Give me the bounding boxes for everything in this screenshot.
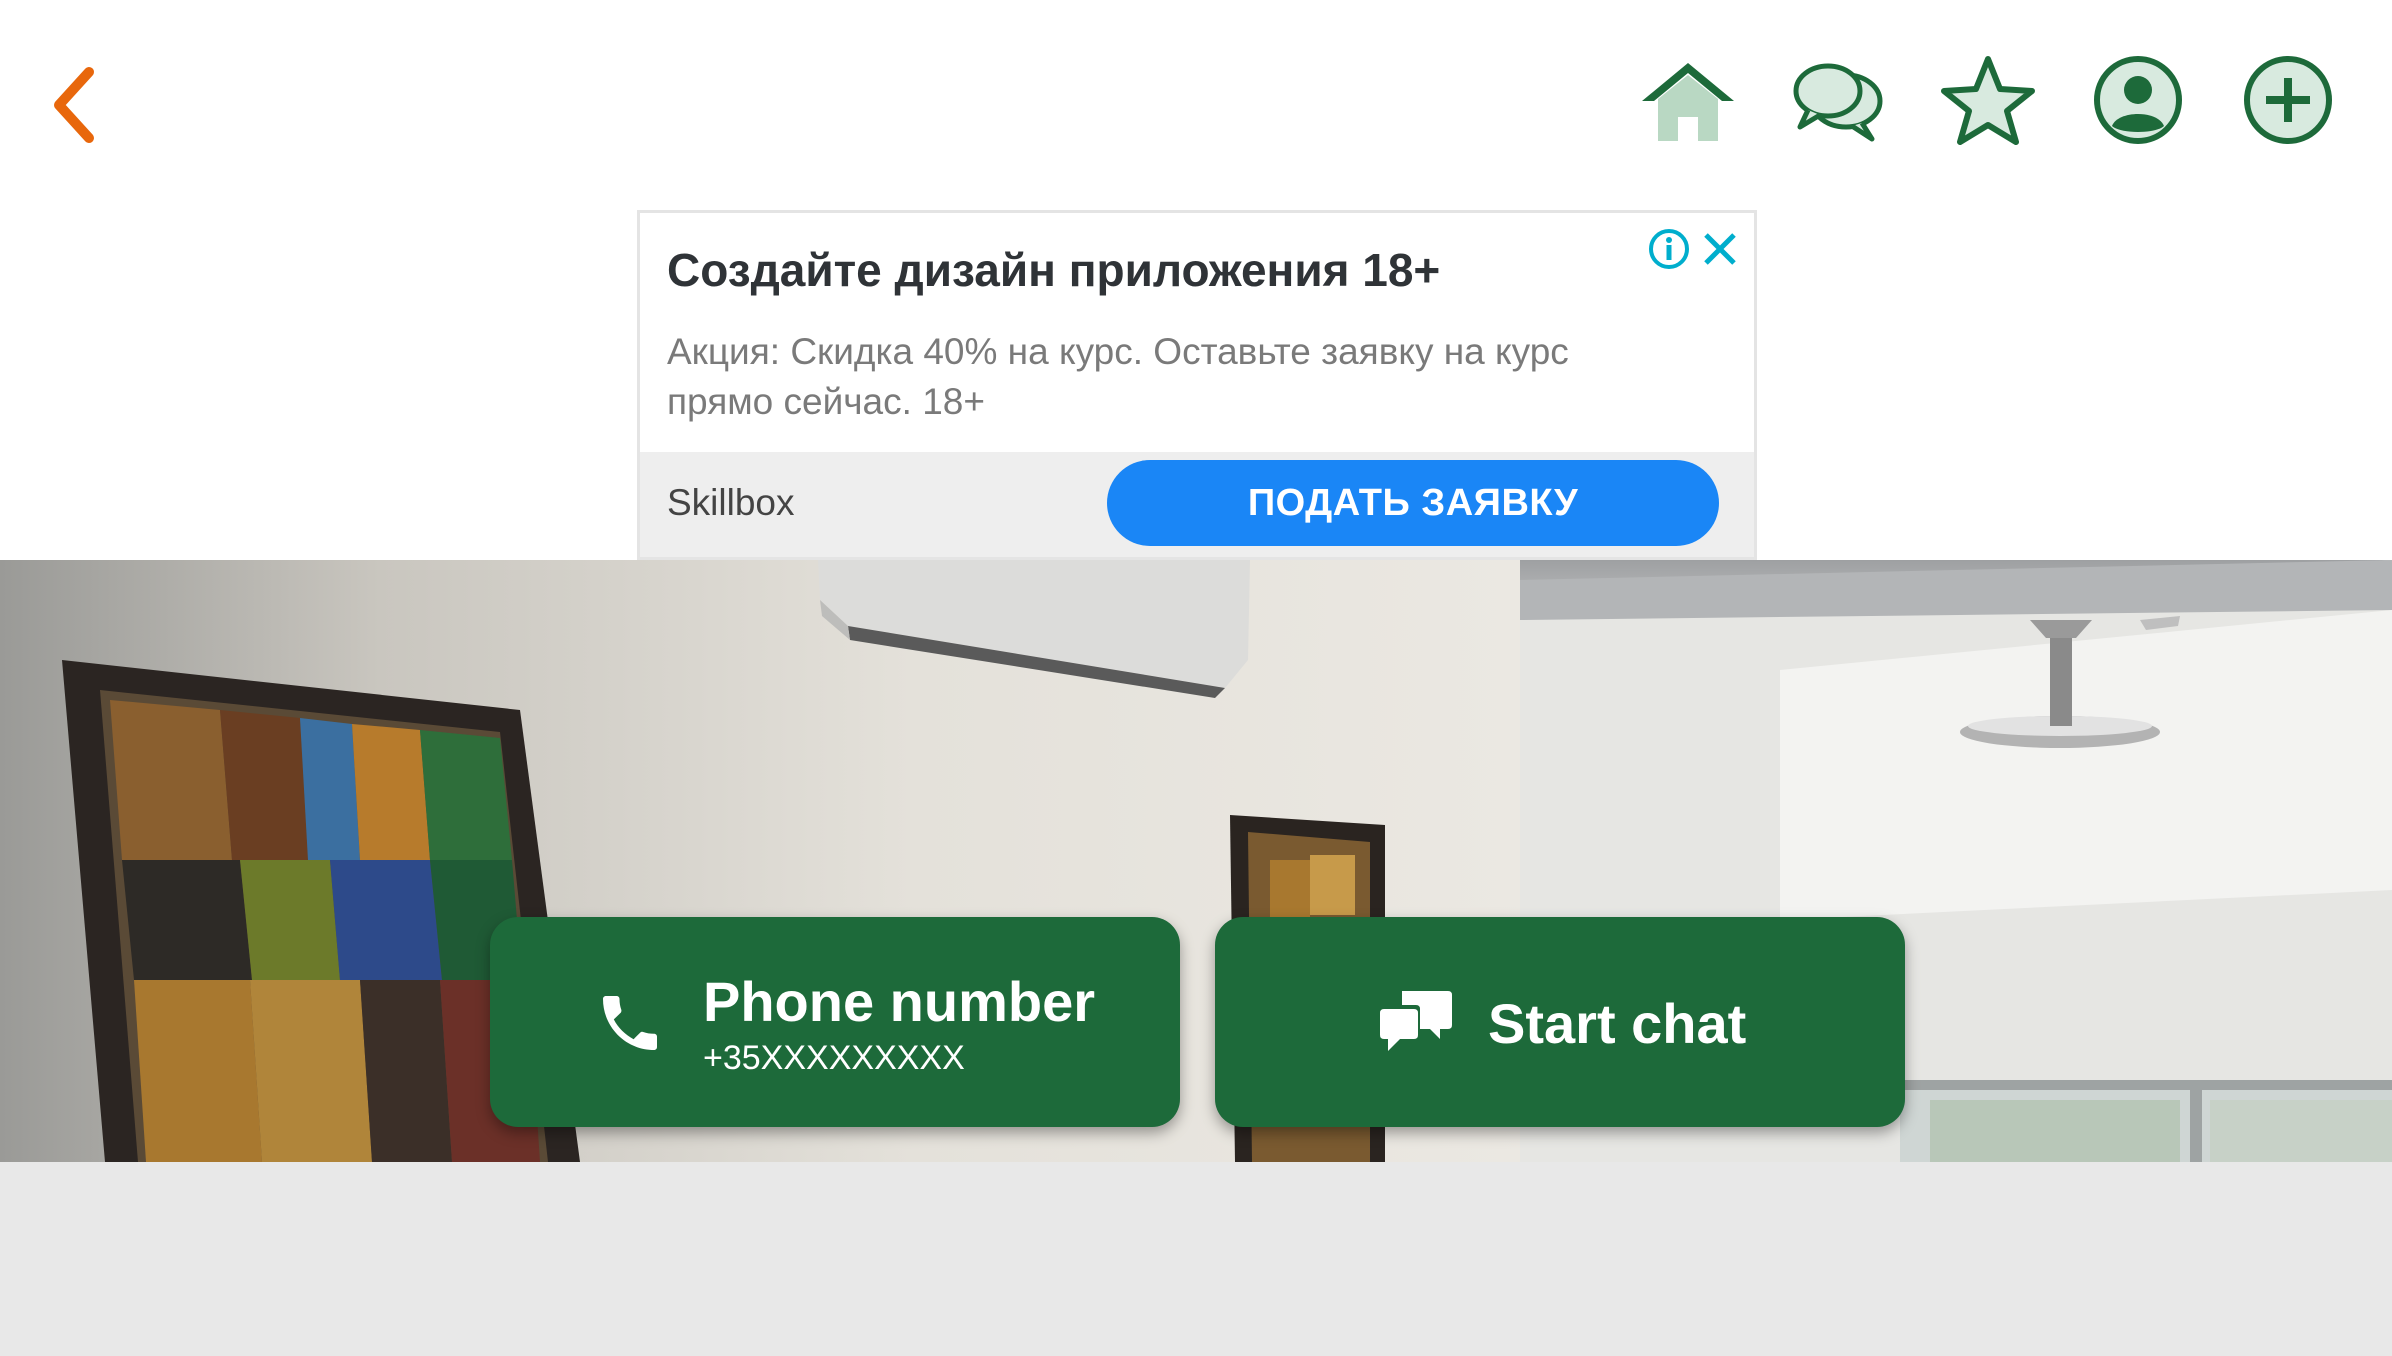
content-background — [0, 1162, 2392, 1356]
add-circle-icon — [2244, 56, 2332, 144]
home-button[interactable] — [1638, 50, 1738, 150]
room-photo-image — [0, 560, 2392, 1162]
ad-brand: Skillbox — [667, 482, 795, 523]
favorites-button[interactable] — [1938, 50, 2038, 150]
top-bar — [0, 0, 2392, 210]
phone-icon — [603, 996, 657, 1050]
ad-cta-button[interactable]: ПОДАТЬ ЗАЯВКУ — [1107, 460, 1719, 546]
messages-button[interactable] — [1788, 50, 1888, 150]
chat-icon — [1380, 991, 1452, 1051]
home-icon — [1642, 63, 1734, 141]
back-button[interactable] — [40, 55, 110, 155]
ad-description: Акция: Скидка 40% на курс. Оставьте заяв… — [667, 331, 1569, 422]
close-icon[interactable] — [1698, 227, 1742, 271]
star-icon — [1941, 56, 2035, 145]
info-icon[interactable] — [1647, 227, 1691, 271]
listing-photo[interactable] — [0, 560, 2392, 1162]
chat-bubbles-icon — [1793, 63, 1883, 142]
ad-banner[interactable]: Создайте дизайн приложения 18+ Акция: Ск… — [637, 210, 1757, 560]
account-icon — [2094, 56, 2182, 144]
add-listing-button[interactable] — [2238, 50, 2338, 150]
start-chat-label: Start chat — [1488, 992, 1747, 1055]
phone-number-value: +35XXXXXXXXX — [703, 1039, 965, 1077]
account-button[interactable] — [2088, 50, 2188, 150]
ad-title: Создайте дизайн приложения 18+ — [667, 244, 1441, 296]
phone-number-button[interactable]: Phone number +35XXXXXXXXX — [490, 917, 1180, 1127]
phone-number-label: Phone number — [703, 970, 1096, 1033]
chevron-left-icon — [54, 67, 94, 143]
ad-footer: Skillbox ПОДАТЬ ЗАЯВКУ — [640, 452, 1754, 557]
start-chat-button[interactable]: Start chat — [1215, 917, 1905, 1127]
